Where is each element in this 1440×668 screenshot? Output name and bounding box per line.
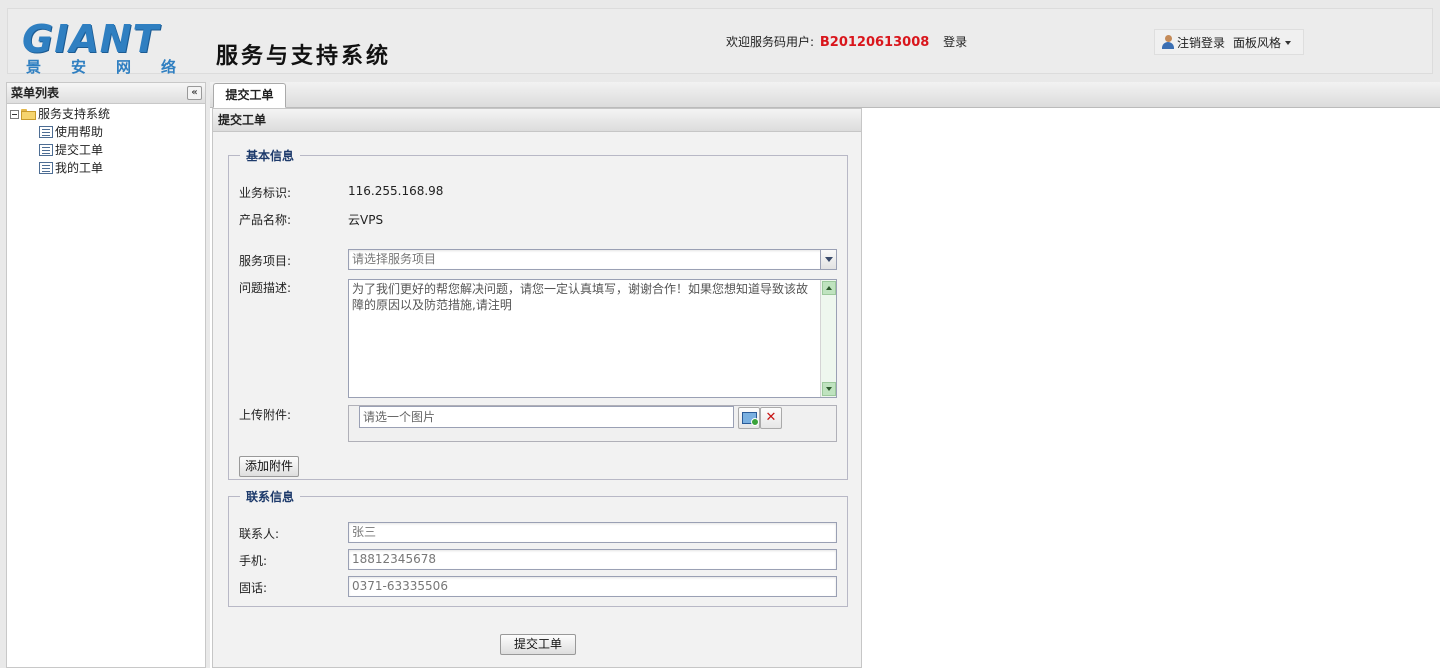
document-icon (39, 144, 53, 156)
business-id-label: 业务标识: (239, 186, 292, 200)
user-icon (1161, 35, 1175, 49)
upload-file-input[interactable]: 请选一个图片 (359, 406, 734, 428)
close-icon: ✕ (765, 410, 777, 425)
sidebar-title: 菜单列表 (11, 86, 60, 100)
logout-button[interactable]: 注销登录 (1161, 34, 1225, 51)
description-text: 为了我们更好的帮您解决问题，请您一定认真填写，谢谢合作！如果您想知道导致该故障的… (352, 282, 809, 312)
submit-ticket-button[interactable]: 提交工单 (500, 634, 576, 655)
service-code: B20120613008 (819, 35, 930, 50)
description-scrollbar[interactable] (820, 280, 836, 397)
chevron-down-icon[interactable] (820, 250, 836, 269)
document-icon (39, 162, 53, 174)
business-id-value: 116.255.168.98 (348, 184, 444, 198)
basic-info-legend: 基本信息 (246, 149, 295, 163)
mobile-label: 手机: (239, 554, 268, 568)
sidebar: 菜单列表 « 服务支持系统 使用帮助 提交工单 我的工单 (6, 82, 206, 668)
app-header: GIANT 景 安 网 络 服务与支持系统 欢迎服务码用户: B20120613… (7, 8, 1433, 75)
scroll-down-icon[interactable] (822, 382, 836, 396)
description-textarea[interactable]: 为了我们更好的帮您解决问题，请您一定认真填写，谢谢合作！如果您想知道导致该故障的… (348, 279, 837, 398)
tree-node-root[interactable]: 服务支持系统 (7, 105, 205, 123)
description-label: 问题描述: (239, 281, 292, 295)
tab-bar: 提交工单 (210, 82, 1440, 108)
theme-label: 面板风格 (1233, 35, 1282, 50)
sidebar-item-help[interactable]: 使用帮助 (7, 123, 205, 141)
contact-info-section: 联系信息 联系人: 张三 手机: 18812345678 固话: 0371-63… (228, 488, 848, 607)
sidebar-item-label: 提交工单 (55, 143, 104, 157)
giant-logo: GIANT 景 安 网 络 (22, 19, 182, 79)
caret-down-icon (1285, 41, 1292, 45)
add-attachment-button[interactable]: 添加附件 (239, 456, 299, 477)
image-add-icon (742, 412, 759, 426)
tab-submit-ticket[interactable]: 提交工单 (213, 83, 286, 108)
system-title: 服务与支持系统 (216, 43, 392, 69)
service-placeholder: 请选择服务项目 (352, 252, 437, 266)
user-toolbar: 注销登录 面板风格 (1154, 29, 1304, 55)
collapse-node-icon[interactable] (10, 109, 19, 119)
menu-tree: 服务支持系统 使用帮助 提交工单 我的工单 (7, 104, 205, 177)
sidebar-item-label: 使用帮助 (55, 125, 104, 139)
logo-subtitle: 景 安 网 络 (26, 58, 176, 76)
mobile-input[interactable]: 18812345678 (348, 549, 837, 570)
tree-node-root-label: 服务支持系统 (38, 107, 111, 121)
document-icon (39, 126, 53, 138)
upload-label: 上传附件: (239, 408, 292, 422)
sidebar-item-label: 我的工单 (55, 161, 104, 175)
upload-area: 请选一个图片 ✕ (348, 405, 837, 442)
logout-label: 注销登录 (1177, 35, 1226, 50)
sidebar-item-submit-ticket[interactable]: 提交工单 (7, 141, 205, 159)
panel-title: 提交工单 (213, 109, 861, 132)
sidebar-header: 菜单列表 « (7, 83, 205, 104)
basic-info-section: 基本信息 业务标识: 116.255.168.98 产品名称: 云VPS 服务项… (228, 147, 848, 480)
content-area: 提交工单 基本信息 业务标识: 116.255.168.98 产品名称: 云VP… (210, 108, 1440, 668)
contact-info-legend: 联系信息 (246, 490, 295, 504)
theme-menu-button[interactable]: 面板风格 (1233, 34, 1292, 51)
login-link[interactable]: 登录 (943, 35, 967, 49)
submit-ticket-panel: 提交工单 基本信息 业务标识: 116.255.168.98 产品名称: 云VP… (212, 108, 862, 668)
remove-attachment-button[interactable]: ✕ (760, 407, 782, 429)
welcome-text: 欢迎服务码用户: B20120613008 登录 (726, 34, 967, 51)
scroll-up-icon[interactable] (822, 281, 836, 295)
phone-input[interactable]: 0371-63335506 (348, 576, 837, 597)
product-label: 产品名称: (239, 213, 292, 227)
phone-label: 固话: (239, 581, 268, 595)
logo-wordmark: GIANT (22, 17, 160, 61)
contact-name-input[interactable]: 张三 (348, 522, 837, 543)
contact-name-label: 联系人: (239, 527, 280, 541)
product-value: 云VPS (348, 213, 384, 227)
service-select[interactable]: 请选择服务项目 (348, 249, 837, 270)
sidebar-item-my-tickets[interactable]: 我的工单 (7, 159, 205, 177)
browse-image-button[interactable] (738, 407, 760, 429)
service-label: 服务项目: (239, 254, 292, 268)
folder-open-icon (21, 108, 36, 120)
welcome-label: 欢迎服务码用户: (726, 35, 815, 49)
collapse-sidebar-button[interactable]: « (187, 86, 202, 100)
